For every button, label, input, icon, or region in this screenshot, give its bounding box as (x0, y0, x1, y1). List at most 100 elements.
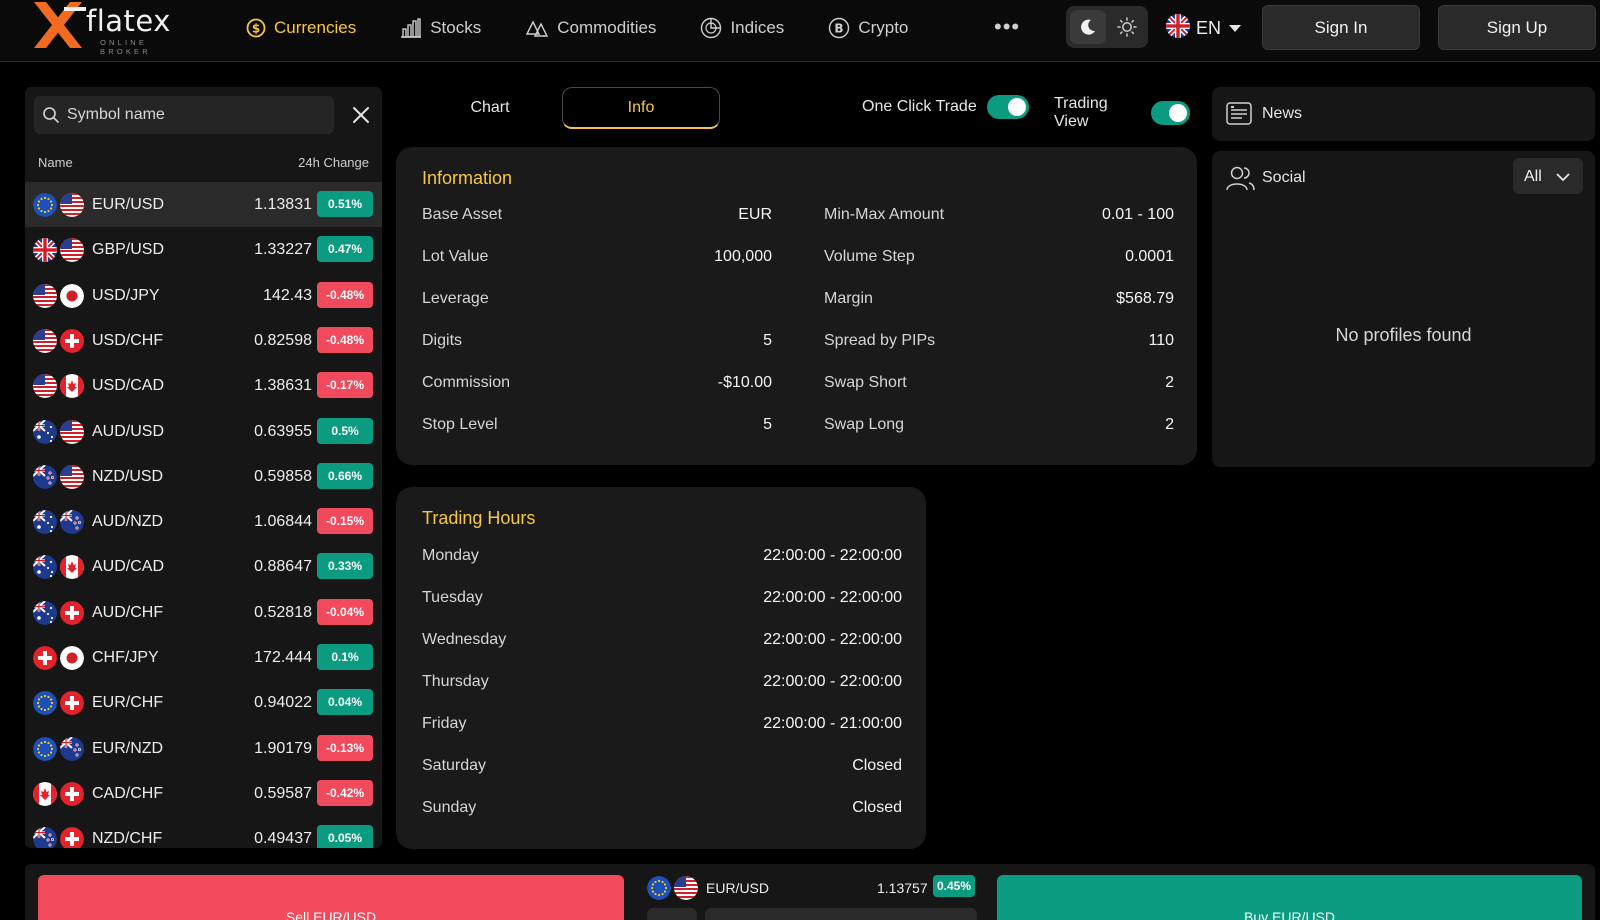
trade-amount-input[interactable] (705, 908, 977, 920)
symbol-row[interactable]: AUD/CAD 0.88647 0.33% (25, 544, 382, 589)
sign-up-button[interactable]: Sign Up (1438, 5, 1596, 50)
symbol-row[interactable]: USD/CAD 1.38631 -0.17% (25, 363, 382, 408)
uk-flag-icon (1166, 13, 1190, 43)
logo-tagline: ONLINE BROKER (100, 38, 151, 56)
change-badge: -0.13% (317, 734, 373, 761)
info-row: Margin $568.79 (824, 290, 1174, 332)
theme-toggle[interactable] (1066, 6, 1148, 48)
more-menu-icon[interactable]: ••• (994, 14, 1020, 40)
trade-mode-button[interactable] (647, 908, 697, 920)
chevron-down-icon (1229, 24, 1242, 32)
us-flag-icon (33, 374, 57, 399)
info-row: Swap Short 2 (824, 374, 1174, 416)
symbol-row[interactable]: AUD/NZD 1.06844 -0.15% (25, 499, 382, 544)
symbol-name: NZD/CHF (92, 830, 163, 848)
sun-icon[interactable] (1110, 10, 1144, 44)
symbol-name: AUD/NZD (92, 513, 164, 531)
symbol-row[interactable]: AUD/CHF 0.52818 -0.04% (25, 590, 382, 635)
nav-item-currencies[interactable]: $ Currencies (246, 0, 356, 56)
nav-label: Currencies (274, 18, 357, 37)
symbol-row[interactable]: EUR/CHF 0.94022 0.04% (25, 680, 382, 725)
symbol-row[interactable]: AUD/USD 0.63955 0.5% (25, 409, 382, 454)
pair-flags (33, 736, 89, 761)
symbol-name: AUD/CHF (92, 603, 164, 621)
weekday-label: Monday (422, 547, 479, 564)
symbol-price: 0.52818 (254, 603, 312, 621)
info-row: Base Asset EUR (422, 206, 772, 248)
nav-item-stocks[interactable]: Stocks (400, 0, 481, 56)
new-zealand-flag-icon (33, 827, 57, 848)
pair-flags (33, 374, 89, 399)
news-title: News (1262, 105, 1303, 122)
symbol-price: 0.94022 (254, 694, 312, 712)
buy-button[interactable]: Buy EUR/USD (997, 875, 1582, 920)
flatex-logo[interactable]: flatex ONLINE BROKER (30, 0, 200, 56)
close-icon[interactable] (350, 104, 372, 126)
social-filter-dropdown[interactable]: All (1513, 158, 1583, 194)
trading-hours-list: Monday 22:00:00 - 22:00:00 Tuesday 22:00:00… (422, 547, 902, 841)
symbol-name: NZD/USD (92, 467, 164, 485)
sell-button[interactable]: Sell EUR/USD (38, 875, 624, 920)
symbol-row[interactable]: GBP/USD 1.33227 0.47% (25, 227, 382, 272)
change-badge: 0.33% (317, 553, 373, 580)
canada-flag-icon (60, 555, 84, 580)
nav-label: Crypto (858, 18, 909, 37)
new-zealand-flag-icon (33, 464, 57, 489)
nav-item-indices[interactable]: Indices (700, 0, 784, 56)
search-icon (42, 106, 60, 129)
column-header-name[interactable]: Name (38, 155, 73, 170)
japan-flag-icon (60, 283, 84, 308)
info-label: Margin (824, 290, 873, 307)
change-badge: 0.1% (317, 644, 373, 670)
symbol-row[interactable]: NZD/USD 0.59858 0.66% (25, 454, 382, 499)
hours-value: Closed (852, 757, 902, 774)
pair-flags (33, 328, 89, 353)
info-value: 0.01 - 100 (1101, 206, 1174, 223)
eu-flag-icon (647, 876, 671, 900)
info-label: Digits (422, 332, 463, 349)
new-zealand-flag-icon (60, 510, 84, 535)
tab-chart[interactable]: Chart (443, 87, 537, 129)
one-click-trade-label: One Click Trade (862, 98, 977, 115)
symbol-row[interactable]: CHF/JPY 172.444 0.1% (25, 635, 382, 680)
symbol-price: 1.33227 (254, 241, 312, 259)
nav-item-commodities[interactable]: Commodities (525, 0, 656, 56)
symbol-search[interactable]: Symbol name (34, 96, 334, 134)
change-badge: 0.47% (317, 236, 373, 263)
symbol-row[interactable]: CAD/CHF 0.59587 -0.42% (25, 771, 382, 816)
pair-flags (33, 827, 89, 848)
one-click-trade-toggle-group: One Click Trade (862, 95, 1029, 119)
symbol-row[interactable]: USD/CHF 0.82598 -0.48% (25, 318, 382, 363)
us-flag-icon (33, 328, 57, 353)
moon-icon[interactable] (1070, 10, 1106, 44)
info-value: 100,000 (714, 248, 772, 265)
nav-item-crypto[interactable]: B Crypto (828, 0, 908, 56)
sell-button-label: Sell EUR/USD (285, 909, 377, 920)
nav-label: Indices (730, 18, 785, 37)
symbol-list-header: Name 24h Change (25, 147, 382, 177)
pair-flags (33, 419, 89, 444)
trading-hours-title: Trading Hours (422, 508, 536, 528)
info-label: Volume Step (824, 248, 915, 265)
column-header-change[interactable]: 24h Change (298, 155, 369, 170)
tab-info[interactable]: Info (562, 87, 720, 129)
symbol-row[interactable]: EUR/USD 1.13831 0.51% (25, 182, 382, 227)
sign-in-button[interactable]: Sign In (1262, 5, 1420, 50)
symbol-price: 0.82598 (254, 331, 312, 349)
trading-view-toggle[interactable] (1150, 101, 1190, 125)
trading-hours-row: Saturday Closed (422, 757, 902, 799)
trading-view-label: Trading View (1054, 95, 1108, 130)
symbol-row[interactable]: EUR/NZD 1.90179 -0.13% (25, 726, 382, 771)
language-selector[interactable]: EN (1166, 13, 1242, 43)
symbol-row[interactable]: NZD/CHF 0.49437 0.05% (25, 816, 382, 848)
one-click-trade-toggle[interactable] (986, 95, 1029, 119)
pair-flags (33, 600, 89, 625)
top-header: flatex ONLINE BROKER $ Currencies Stocks… (0, 0, 1600, 62)
information-left-column: Base Asset EUR Lot Value 100,000 Leverage Dig… (422, 206, 772, 458)
hours-value: 22:00:00 - 22:00:00 (763, 589, 902, 606)
us-flag-icon (60, 193, 84, 217)
search-input[interactable]: Symbol name (67, 106, 165, 124)
pair-flags (33, 283, 89, 308)
news-panel[interactable]: News (1212, 87, 1595, 141)
symbol-row[interactable]: USD/JPY 142.43 -0.48% (25, 273, 382, 318)
